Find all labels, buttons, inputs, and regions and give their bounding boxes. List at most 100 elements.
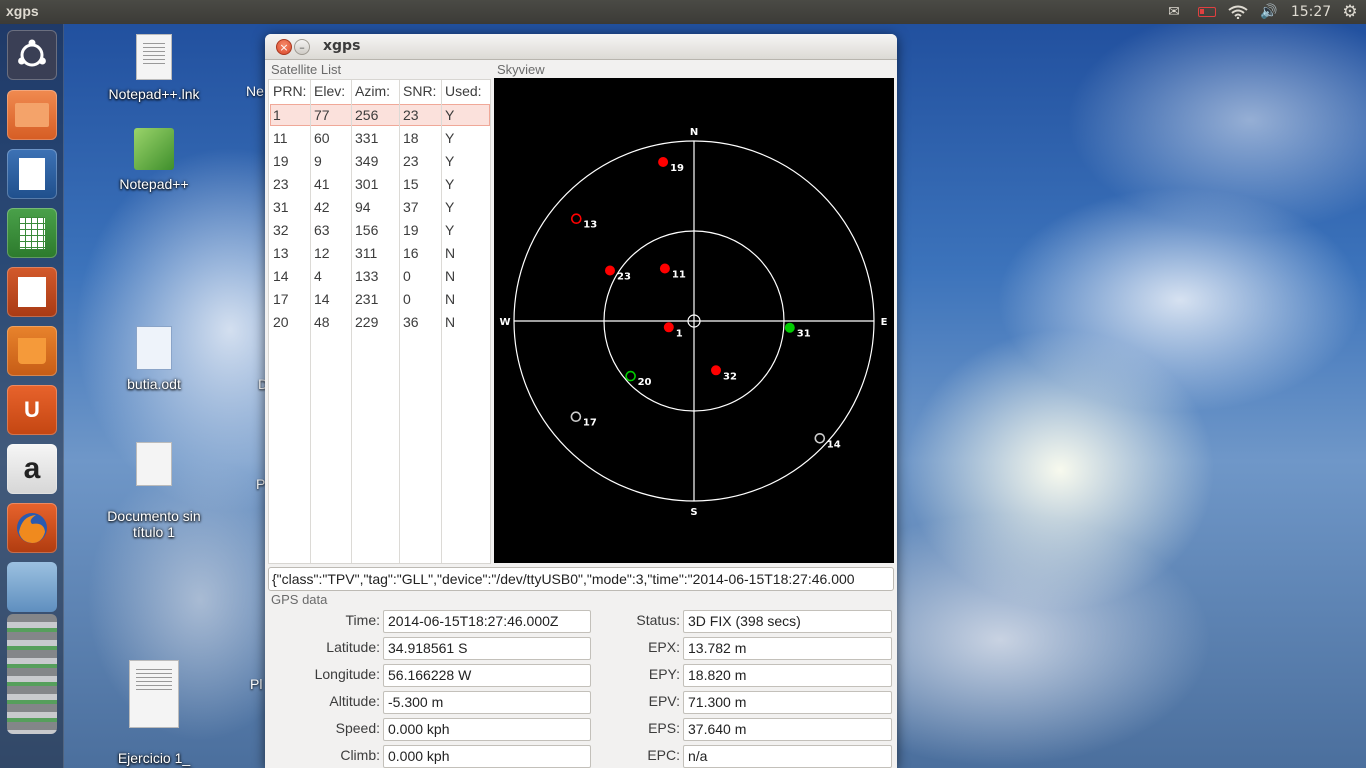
window-titlebar[interactable]: × – xgps: [265, 34, 897, 60]
table-cell[interactable]: 4: [314, 265, 322, 288]
volume-icon[interactable]: 🔊: [1257, 0, 1281, 24]
table-cell[interactable]: 20: [273, 311, 289, 334]
ubuntu-one-icon[interactable]: U: [7, 385, 57, 435]
table-cell[interactable]: 31: [273, 196, 289, 219]
table-cell[interactable]: 36: [403, 311, 419, 334]
satellite-table[interactable]: PRN: Elev: Azim: SNR: Used: 1 77 256 23 Y 11 60 331 1…: [268, 79, 491, 564]
libreoffice-calc-icon[interactable]: [7, 208, 57, 258]
table-cell[interactable]: N: [445, 242, 455, 265]
desktop-icon-notepad[interactable]: Notepad++: [94, 128, 214, 192]
desktop-icon-notepad-lnk[interactable]: Notepad++.lnk: [94, 34, 214, 102]
table-cell[interactable]: 17: [273, 288, 289, 311]
table-cell[interactable]: 77: [314, 104, 330, 127]
table-cell[interactable]: 48: [314, 311, 330, 334]
minimize-icon[interactable]: –: [294, 39, 310, 55]
top-panel: xgps ✉ 🔊 15:27 ⚙: [0, 0, 1366, 24]
table-cell[interactable]: 15: [403, 173, 419, 196]
table-cell[interactable]: 19: [403, 219, 419, 242]
table-cell[interactable]: Y: [445, 173, 454, 196]
table-cell[interactable]: Y: [445, 219, 454, 242]
table-cell[interactable]: 37: [403, 196, 419, 219]
table-cell[interactable]: 23: [403, 104, 419, 127]
table-cell[interactable]: 0: [403, 265, 411, 288]
stacked-launcher-icons[interactable]: [7, 562, 57, 612]
table-cell[interactable]: 349: [355, 150, 378, 173]
table-cell[interactable]: N: [445, 265, 455, 288]
gps-data-field-left[interactable]: 34.918561 S: [383, 637, 591, 660]
table-cell[interactable]: 14: [273, 265, 289, 288]
gpsd-json-output[interactable]: {"class":"TPV","tag":"GLL","device":"/de…: [268, 567, 894, 591]
table-cell[interactable]: 301: [355, 173, 378, 196]
table-cell[interactable]: Y: [445, 127, 454, 150]
gps-data-field-right[interactable]: n/a: [683, 745, 892, 768]
window-title: xgps: [323, 38, 361, 54]
table-cell[interactable]: 0: [403, 288, 411, 311]
gps-data-label-left: Speed:: [335, 720, 380, 736]
gps-data-field-right[interactable]: 18.820 m: [683, 664, 892, 687]
table-cell[interactable]: 311: [355, 242, 377, 265]
table-cell[interactable]: N: [445, 311, 455, 334]
table-cell[interactable]: 9: [314, 150, 322, 173]
table-header[interactable]: SNR:: [403, 80, 436, 103]
table-cell[interactable]: 1: [273, 104, 281, 127]
satellite-marker: [658, 157, 669, 167]
table-cell[interactable]: 256: [355, 104, 378, 127]
table-header[interactable]: Azim:: [355, 80, 390, 103]
libreoffice-writer-icon[interactable]: [7, 149, 57, 199]
table-cell[interactable]: 156: [355, 219, 378, 242]
table-header[interactable]: PRN:: [273, 80, 306, 103]
table-header[interactable]: Used:: [445, 80, 482, 103]
table-cell[interactable]: 41: [314, 173, 330, 196]
table-cell[interactable]: Y: [445, 150, 454, 173]
table-cell[interactable]: Y: [445, 196, 454, 219]
table-cell[interactable]: 331: [355, 127, 378, 150]
libreoffice-impress-icon[interactable]: [7, 267, 57, 317]
desktop-icon-butia[interactable]: butia.odt: [94, 326, 214, 392]
power-gear-icon[interactable]: ⚙: [1338, 0, 1362, 24]
table-cell[interactable]: 32: [273, 219, 289, 242]
table-cell[interactable]: 18: [403, 127, 419, 150]
table-cell[interactable]: 63: [314, 219, 330, 242]
gps-data-field-right[interactable]: 37.640 m: [683, 718, 892, 741]
table-cell[interactable]: 12: [314, 242, 330, 265]
gps-data-field-right[interactable]: 13.782 m: [683, 637, 892, 660]
gps-data-field-right[interactable]: 3D FIX (398 secs): [683, 610, 892, 633]
mail-icon[interactable]: ✉: [1162, 0, 1186, 24]
table-cell[interactable]: 23: [273, 173, 289, 196]
table-header[interactable]: Elev:: [314, 80, 345, 103]
amazon-icon[interactable]: a: [7, 444, 57, 494]
table-cell[interactable]: 231: [355, 288, 378, 311]
gps-data-field-left[interactable]: 2014-06-15T18:27:46.000Z: [383, 610, 591, 633]
wifi-icon[interactable]: [1226, 0, 1250, 24]
gps-data-field-left[interactable]: 0.000 kph: [383, 718, 591, 741]
folder-icon[interactable]: [7, 90, 57, 140]
clock[interactable]: 15:27: [1290, 0, 1332, 24]
table-cell[interactable]: 11: [273, 127, 288, 150]
gps-data-field-left[interactable]: 0.000 kph: [383, 745, 591, 768]
close-icon[interactable]: ×: [276, 39, 292, 55]
table-cell[interactable]: 14: [314, 288, 330, 311]
gps-data-field-left[interactable]: 56.166228 W: [383, 664, 591, 687]
desktop-icon-documento[interactable]: Documento sin título 1: [94, 426, 214, 556]
table-cell[interactable]: 60: [314, 127, 330, 150]
notepad-plus-plus-icon: [134, 128, 174, 170]
table-cell[interactable]: Y: [445, 104, 454, 127]
firefox-icon[interactable]: [7, 503, 57, 553]
table-cell[interactable]: 23: [403, 150, 419, 173]
gps-data-field-left[interactable]: -5.300 m: [383, 691, 591, 714]
collapsed-launcher-icons[interactable]: [7, 614, 57, 734]
table-cell[interactable]: 19: [273, 150, 289, 173]
desktop-icon-ejercicio-pdf[interactable]: Ejercicio 1_ Grupo06.pdf: [94, 644, 214, 768]
shopping-bag-icon[interactable]: [7, 326, 57, 376]
table-cell[interactable]: 94: [355, 196, 371, 219]
launcher: U a: [0, 24, 64, 768]
table-cell[interactable]: 229: [355, 311, 378, 334]
table-cell[interactable]: 42: [314, 196, 330, 219]
table-cell[interactable]: N: [445, 288, 455, 311]
table-cell[interactable]: 13: [273, 242, 289, 265]
ubuntu-logo-icon[interactable]: [7, 30, 57, 80]
table-cell[interactable]: 16: [403, 242, 419, 265]
gps-data-field-right[interactable]: 71.300 m: [683, 691, 892, 714]
battery-icon[interactable]: [1194, 0, 1220, 24]
table-cell[interactable]: 133: [355, 265, 378, 288]
